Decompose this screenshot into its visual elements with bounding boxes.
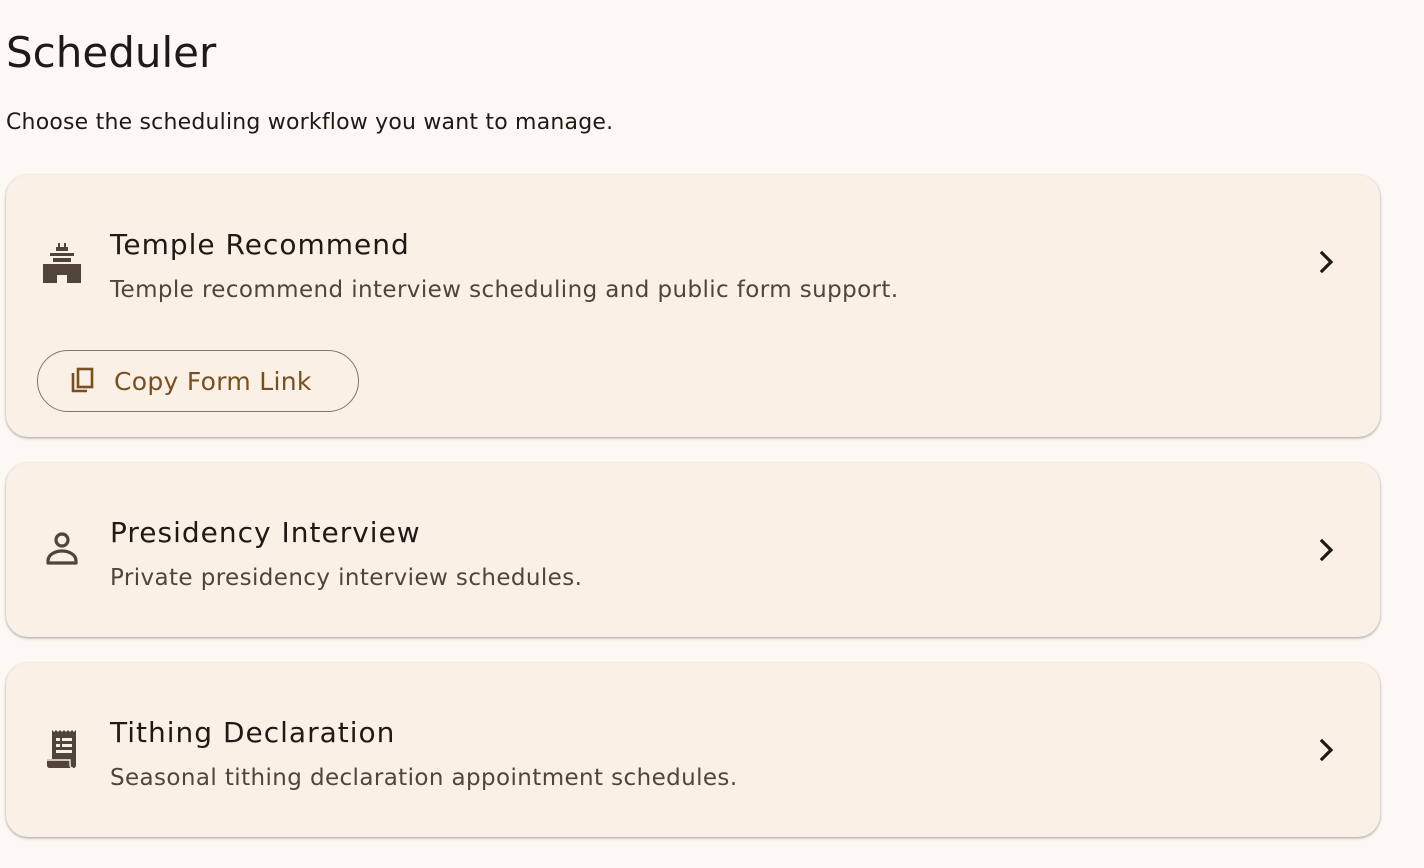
card-presidency-interview[interactable]: Presidency Interview Private presidency … [6,463,1380,637]
card-description: Seasonal tithing declaration appointment… [110,765,738,791]
card-title: Temple Recommend [110,228,410,261]
page-subtitle: Choose the scheduling workflow you want … [6,110,614,135]
card-description: Private presidency interview schedules. [110,565,583,591]
card-temple-recommend[interactable]: Temple Recommend Temple recommend interv… [6,175,1380,437]
chevron-right-icon[interactable] [1310,734,1342,766]
copy-form-link-button[interactable]: Copy Form Link [37,350,359,412]
scheduler-page: Scheduler Choose the scheduling workflow… [0,0,1424,868]
chevron-right-icon[interactable] [1310,534,1342,566]
chevron-right-icon[interactable] [1310,246,1342,278]
copy-icon [68,365,100,397]
person-icon [40,527,84,571]
card-title: Tithing Declaration [110,716,396,749]
card-tithing-declaration[interactable]: Tithing Declaration Seasonal tithing dec… [6,663,1380,837]
copy-form-link-label: Copy Form Link [114,366,312,396]
page-title: Scheduler [6,28,217,77]
temple-icon [40,239,84,283]
card-title: Presidency Interview [110,516,421,549]
receipt-icon [40,727,84,771]
card-description: Temple recommend interview scheduling an… [110,277,899,303]
